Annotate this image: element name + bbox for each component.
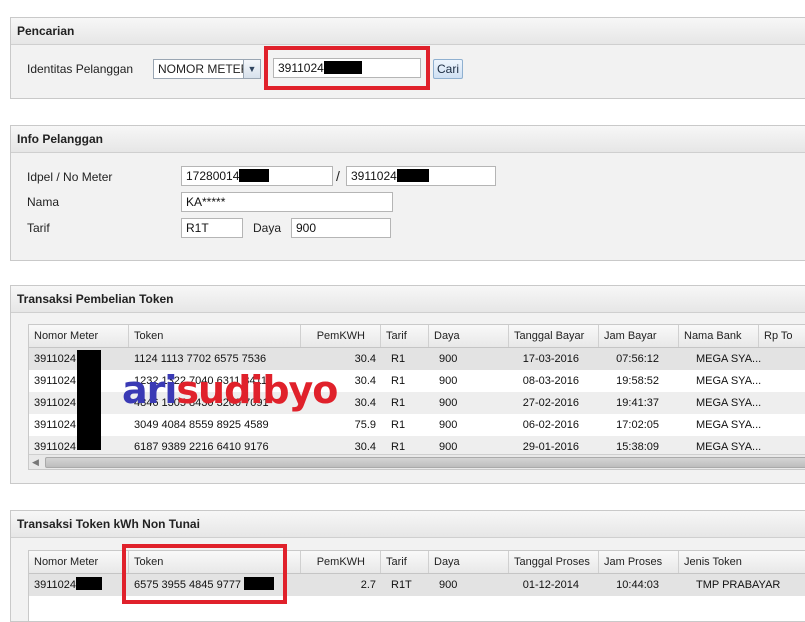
purchases-grid-header: Nomor Meter Token PemKWH Tarif Daya Tang… <box>29 325 805 348</box>
col-tanggal-proses[interactable]: Tanggal Proses <box>509 551 599 573</box>
highlight-box-search <box>264 46 430 90</box>
cell-kwh: 2.7 <box>360 579 376 591</box>
cell-date: 08-03-2016 <box>522 375 579 387</box>
horizontal-scrollbar[interactable]: ◀ <box>29 454 805 469</box>
col-token[interactable]: Token <box>129 325 301 347</box>
col-pemkwh[interactable]: PemKWH <box>301 551 381 573</box>
cell-kwh: 75.9 <box>354 419 376 431</box>
purchases-panel-title: Transaksi Pembelian Token <box>11 286 805 313</box>
customer-meter-field: 3911024 <box>346 166 496 186</box>
tarif-field: R1T <box>181 218 243 238</box>
cell-tarif: R1 <box>391 419 406 431</box>
cell-time: 07:56:12 <box>616 353 659 365</box>
cell-daya: 900 <box>439 419 458 431</box>
watermark: arisudibyo <box>122 368 338 412</box>
cell-time: 19:41:37 <box>616 397 659 409</box>
redaction-mark <box>77 350 101 450</box>
cell-time: 19:58:52 <box>616 375 659 387</box>
search-button[interactable]: Cari <box>433 59 463 79</box>
tarif-label: Tarif <box>27 221 50 235</box>
idpel-separator: / <box>336 168 340 184</box>
redaction-mark <box>239 169 270 182</box>
identitas-label: Identitas Pelanggan <box>27 62 134 76</box>
scrollbar-thumb[interactable] <box>45 457 805 468</box>
cell-type: TMP PRABAYAR <box>696 579 781 591</box>
idpel-label: Idpel / No Meter <box>27 170 113 184</box>
cell-tarif: R1 <box>391 375 406 387</box>
name-label: Nama <box>27 195 60 209</box>
customer-panel-title: Info Pelanggan <box>11 126 805 153</box>
redaction-mark <box>76 577 103 590</box>
cell-daya: 900 <box>439 579 458 591</box>
col-tarif[interactable]: Tarif <box>381 551 429 573</box>
search-type-select[interactable]: NOMOR METER ▼ <box>153 59 261 79</box>
cell-date: 27-02-2016 <box>522 397 579 409</box>
col-daya[interactable]: Daya <box>429 551 509 573</box>
daya-label: Daya <box>253 221 282 235</box>
col-pemkwh[interactable]: PemKWH <box>301 325 381 347</box>
cell-daya: 900 <box>439 353 458 365</box>
cell-meter-value: 3911024 <box>34 579 77 591</box>
idpel-field: 17280014 <box>181 166 333 186</box>
daya-field: 900 <box>291 218 391 238</box>
watermark-part-2: sudibyo <box>176 368 338 412</box>
cell-bank: MEGA SYA... <box>696 353 762 365</box>
cell-bank: MEGA SYA... <box>696 397 762 409</box>
col-rp-token[interactable]: Rp To <box>759 325 805 347</box>
cell-meter: 3911024 <box>29 574 129 596</box>
col-jam-bayar[interactable]: Jam Bayar <box>599 325 679 347</box>
cell-daya: 900 <box>439 397 458 409</box>
cell-bank: MEGA SYA... <box>696 419 762 431</box>
customer-panel: Info Pelanggan Idpel / No Meter 17280014… <box>10 125 805 261</box>
cell-date: 06-02-2016 <box>522 419 579 431</box>
table-row[interactable]: 3911024 3049 4084 8559 8925 4589 75.9 R1… <box>29 414 805 436</box>
redaction-mark <box>396 169 429 182</box>
col-nomor-meter[interactable]: Nomor Meter <box>29 325 129 347</box>
cell-tarif: R1T <box>391 579 412 591</box>
cell-bank: MEGA SYA... <box>696 375 762 387</box>
col-nomor-meter[interactable]: Nomor Meter <box>29 551 129 573</box>
cell-token: 1124 1113 7702 6575 7536 <box>134 353 267 365</box>
idpel-value: 17280014 <box>186 169 240 183</box>
highlight-box-token <box>122 544 287 604</box>
cell-daya: 900 <box>439 375 458 387</box>
col-jenis-token[interactable]: Jenis Token <box>679 551 805 573</box>
search-type-value: NOMOR METER <box>158 62 250 76</box>
noncash-panel-title: Transaksi Token kWh Non Tunai <box>11 511 805 538</box>
cell-time: 17:02:05 <box>616 419 659 431</box>
cell-date: 17-03-2016 <box>522 353 579 365</box>
cell-kwh: 30.4 <box>354 353 376 365</box>
scroll-left-icon[interactable]: ◀ <box>32 455 39 469</box>
name-field: KA***** <box>181 192 393 212</box>
cell-time: 10:44:03 <box>616 579 659 591</box>
cell-tarif: R1 <box>391 353 406 365</box>
table-row[interactable]: 3911024 1124 1113 7702 6575 7536 30.4 R1… <box>29 348 805 370</box>
customer-meter-value: 3911024 <box>351 169 397 183</box>
cell-date: 01-12-2014 <box>522 579 579 591</box>
col-daya[interactable]: Daya <box>429 325 509 347</box>
col-nama-bank[interactable]: Nama Bank <box>679 325 759 347</box>
cell-token: 3049 4084 8559 8925 4589 <box>134 419 269 431</box>
chevron-down-icon[interactable]: ▼ <box>243 60 260 78</box>
search-panel-title: Pencarian <box>11 18 805 45</box>
col-tanggal-bayar[interactable]: Tanggal Bayar <box>509 325 599 347</box>
watermark-part-1: ari <box>122 368 177 412</box>
col-tarif[interactable]: Tarif <box>381 325 429 347</box>
cell-tarif: R1 <box>391 397 406 409</box>
col-jam-proses[interactable]: Jam Proses <box>599 551 679 573</box>
